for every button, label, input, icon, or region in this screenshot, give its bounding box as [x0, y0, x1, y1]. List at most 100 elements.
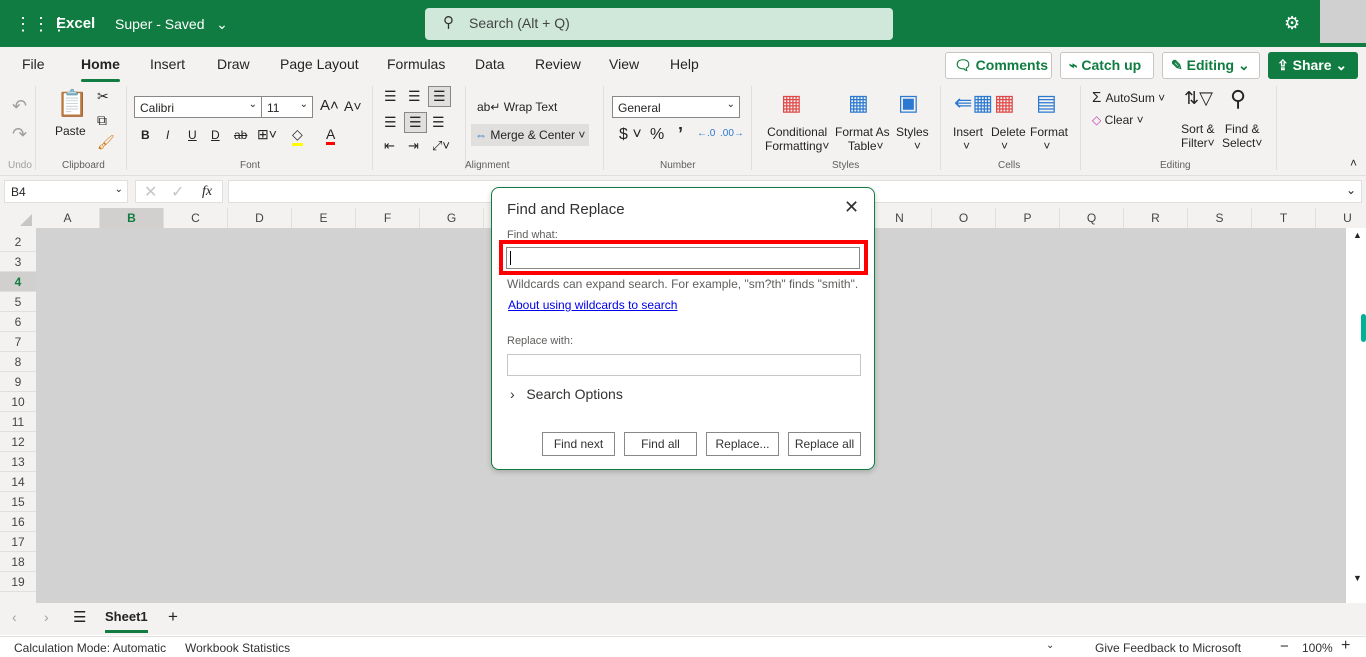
tab-file[interactable]: File	[22, 56, 45, 72]
font-name-select[interactable]: Calibri ⌄	[134, 96, 262, 118]
column-header[interactable]: O	[932, 208, 996, 228]
cancel-icon[interactable]: ✕	[144, 182, 157, 202]
row-header[interactable]: 11	[0, 412, 36, 432]
name-box[interactable]: B4 ⌄	[4, 180, 128, 203]
paste-icon[interactable]: 📋	[56, 88, 88, 119]
increase-decimal-icon[interactable]: ←.0	[697, 128, 715, 139]
comma-style-button[interactable]: ’	[678, 124, 683, 145]
italic-button[interactable]: I	[166, 128, 169, 142]
row-header[interactable]: 7	[0, 332, 36, 352]
share-button[interactable]: ⇪ Share ⌄	[1268, 52, 1358, 79]
row-header[interactable]: 18	[0, 552, 36, 572]
tab-page-layout[interactable]: Page Layout	[280, 56, 359, 72]
row-header[interactable]: 16	[0, 512, 36, 532]
row-header[interactable]: 9	[0, 372, 36, 392]
zoom-out-icon[interactable]: −	[1280, 638, 1289, 655]
insert-cells-button[interactable]: Insert ˅	[953, 125, 983, 153]
row-header[interactable]: 15	[0, 492, 36, 512]
workbook-statistics[interactable]: Workbook Statistics	[185, 641, 290, 655]
paste-button[interactable]: Paste	[55, 124, 86, 138]
column-header[interactable]: N	[868, 208, 932, 228]
double-underline-button[interactable]: D	[211, 128, 220, 142]
align-center-icon[interactable]: ☰	[404, 112, 427, 133]
row-header[interactable]: 17	[0, 532, 36, 552]
percent-button[interactable]: %	[650, 126, 664, 144]
scroll-thumb[interactable]	[1361, 314, 1366, 342]
row-header[interactable]: 13	[0, 452, 36, 472]
row-header[interactable]: 6	[0, 312, 36, 332]
format-painter-icon[interactable]: 🖌	[97, 134, 115, 151]
align-right-icon[interactable]: ☰	[432, 114, 445, 131]
currency-button[interactable]: $ ˅	[619, 126, 642, 144]
chevron-down-icon[interactable]: ⌄	[1046, 640, 1054, 651]
calculation-mode[interactable]: Calculation Mode: Automatic	[14, 641, 166, 655]
find-next-button[interactable]: Find next	[542, 432, 615, 456]
find-all-button[interactable]: Find all	[624, 432, 697, 456]
merge-center-button[interactable]: ⇔ Merge & Center ˅	[471, 124, 590, 146]
column-header[interactable]: Q	[1060, 208, 1124, 228]
select-all-button[interactable]	[0, 208, 36, 228]
format-cells-icon[interactable]: ▤	[1036, 90, 1057, 116]
row-header[interactable]: 10	[0, 392, 36, 412]
orientation-icon[interactable]: ⤢˅	[432, 138, 450, 154]
scroll-up-icon[interactable]: ▲	[1353, 230, 1362, 240]
font-color-icon[interactable]: A	[326, 126, 336, 145]
feedback-link[interactable]: Give Feedback to Microsoft	[1095, 641, 1241, 655]
search-box[interactable]: ⚲ Search (Alt + Q)	[425, 8, 893, 40]
close-icon[interactable]: ✕	[844, 197, 859, 218]
cell-styles-button[interactable]: Styles ˅	[896, 125, 929, 153]
tab-insert[interactable]: Insert	[150, 56, 185, 72]
row-header[interactable]: 12	[0, 432, 36, 452]
column-header[interactable]: F	[356, 208, 420, 228]
document-title[interactable]: Super - Saved ⌄	[115, 16, 228, 33]
column-header[interactable]: C	[164, 208, 228, 228]
bold-button[interactable]: B	[141, 128, 150, 142]
find-what-input[interactable]	[506, 247, 860, 269]
borders-icon[interactable]: ⊞˅	[257, 126, 277, 143]
clear-button[interactable]: ◇ Clear ˅	[1092, 113, 1144, 127]
add-sheet-icon[interactable]: +	[168, 607, 178, 627]
replace-all-button[interactable]: Replace all	[788, 432, 861, 456]
row-header[interactable]: 3	[0, 252, 36, 272]
decrease-decimal-icon[interactable]: .00→	[720, 128, 744, 139]
conditional-formatting-button[interactable]: Conditional Formatting˅	[765, 125, 829, 153]
column-header[interactable]: S	[1188, 208, 1252, 228]
replace-with-input[interactable]	[507, 354, 861, 376]
comments-button[interactable]: 🗨 Comments	[945, 52, 1052, 79]
find-select-button[interactable]: Find & Select˅	[1222, 122, 1262, 150]
increase-indent-icon[interactable]: ⇥	[408, 138, 419, 154]
tab-view[interactable]: View	[609, 56, 639, 72]
row-header[interactable]: 2	[0, 232, 36, 252]
vertical-scrollbar[interactable]: ▲ ▼	[1350, 228, 1366, 588]
column-header[interactable]: U	[1316, 208, 1366, 228]
align-bottom-icon[interactable]: ☰	[428, 86, 451, 107]
find-select-icon[interactable]: ⚲	[1230, 86, 1246, 112]
wildcards-help-link[interactable]: About using wildcards to search	[508, 298, 677, 312]
column-header[interactable]: D	[228, 208, 292, 228]
number-format-select[interactable]: General ⌄	[612, 96, 740, 118]
insert-function-button[interactable]: fx	[202, 184, 212, 200]
zoom-level[interactable]: 100%	[1302, 641, 1333, 655]
delete-cells-button[interactable]: Delete ˅	[991, 125, 1026, 153]
tab-review[interactable]: Review	[535, 56, 581, 72]
insert-cells-icon[interactable]: ⇚▦	[954, 90, 993, 116]
search-options-toggle[interactable]: › Search Options	[510, 386, 623, 402]
editing-mode-button[interactable]: ✎ Editing ⌄	[1162, 52, 1260, 79]
tab-formulas[interactable]: Formulas	[387, 56, 445, 72]
row-header[interactable]: 14	[0, 472, 36, 492]
tab-help[interactable]: Help	[670, 56, 699, 72]
row-header[interactable]: 4	[0, 272, 36, 292]
decrease-indent-icon[interactable]: ⇤	[384, 138, 395, 154]
column-header[interactable]: B	[100, 208, 164, 228]
fill-color-icon[interactable]: ◇	[292, 126, 303, 146]
cut-icon[interactable]: ✂	[97, 88, 109, 105]
decrease-font-icon[interactable]: A˅	[344, 98, 362, 114]
zoom-in-icon[interactable]: +	[1341, 637, 1350, 655]
column-header[interactable]: P	[996, 208, 1060, 228]
font-size-select[interactable]: 11 ⌄	[261, 96, 313, 118]
column-header[interactable]: T	[1252, 208, 1316, 228]
app-name[interactable]: Excel	[56, 15, 95, 32]
next-sheet-icon[interactable]: ›	[44, 609, 49, 625]
row-header[interactable]: 8	[0, 352, 36, 372]
prev-sheet-icon[interactable]: ‹	[12, 609, 17, 625]
